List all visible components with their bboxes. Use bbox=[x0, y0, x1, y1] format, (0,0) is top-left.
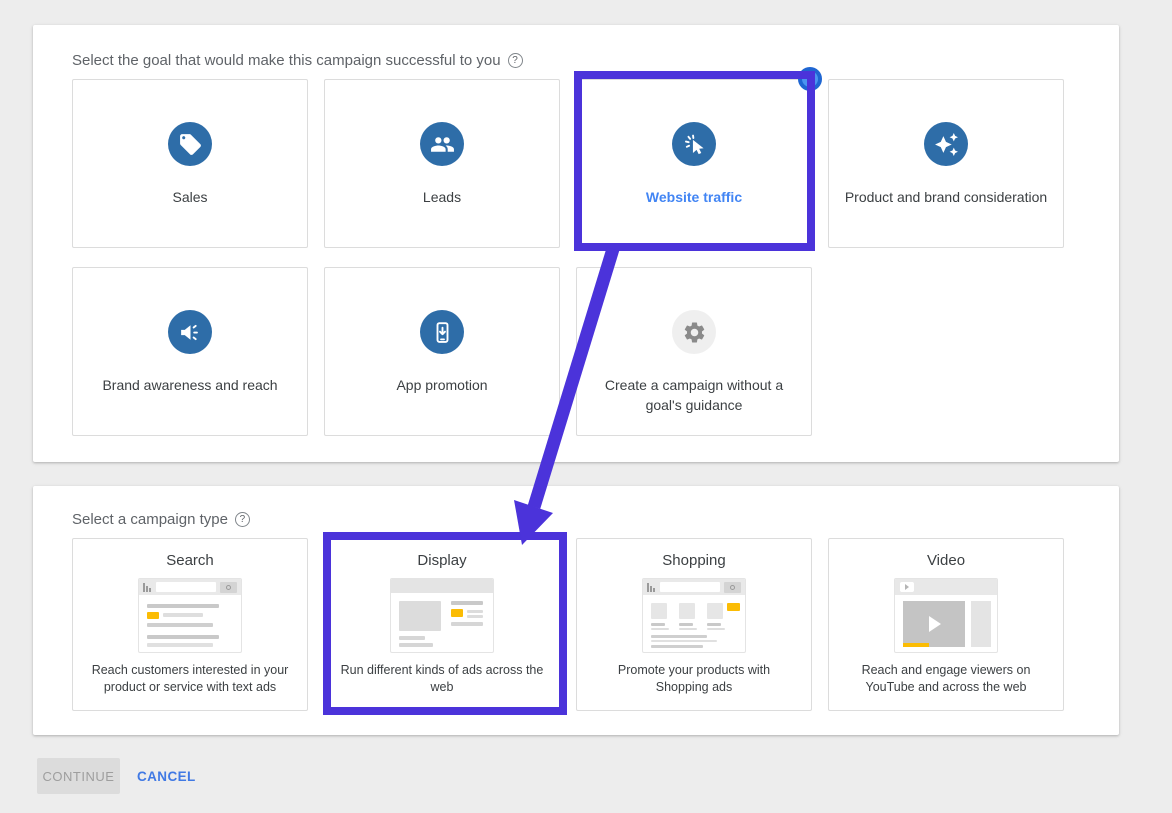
goal-card-leads[interactable]: Leads bbox=[324, 79, 560, 248]
campaign-type-heading: Select a campaign type ? bbox=[72, 511, 250, 528]
click-cursor-icon bbox=[672, 122, 716, 166]
type-card-video[interactable]: Video Reach and engage viewers on YouTub… bbox=[828, 538, 1064, 711]
goal-heading-text: Select the goal that would make this cam… bbox=[72, 52, 501, 69]
sparkles-icon bbox=[924, 122, 968, 166]
megaphone-icon bbox=[168, 310, 212, 354]
mini-search-input bbox=[660, 582, 720, 592]
mini-search-input bbox=[156, 582, 216, 592]
mini-search-button bbox=[724, 582, 741, 593]
goal-card-label: Website traffic bbox=[646, 188, 742, 208]
goal-card-product-brand-consideration[interactable]: Product and brand consideration bbox=[828, 79, 1064, 248]
mini-logo-icon bbox=[143, 583, 152, 592]
goal-card-brand-awareness[interactable]: Brand awareness and reach bbox=[72, 267, 308, 436]
gear-icon bbox=[672, 310, 716, 354]
mini-search-button bbox=[220, 582, 237, 593]
goal-card-sales[interactable]: Sales bbox=[72, 79, 308, 248]
goal-card-label: Sales bbox=[172, 188, 207, 208]
type-card-title: Search bbox=[166, 552, 214, 569]
goal-card-label: Brand awareness and reach bbox=[102, 376, 277, 396]
type-card-search[interactable]: Search Reach customers interested in you… bbox=[72, 538, 308, 711]
continue-button[interactable]: CONTINUE bbox=[37, 758, 120, 794]
search-results-thumbnail bbox=[138, 578, 242, 653]
type-card-description: Reach customers interested in your produ… bbox=[83, 662, 297, 696]
type-card-title: Shopping bbox=[662, 552, 725, 569]
type-card-title: Video bbox=[927, 552, 965, 569]
mini-play-badge-icon bbox=[900, 582, 914, 592]
campaign-type-heading-text: Select a campaign type bbox=[72, 511, 228, 528]
type-card-title: Display bbox=[417, 552, 466, 569]
goal-card-label: App promotion bbox=[396, 376, 487, 396]
mini-video-area bbox=[903, 601, 965, 647]
cancel-button[interactable]: CANCEL bbox=[137, 758, 196, 794]
type-card-description: Promote your products with Shopping ads bbox=[606, 662, 782, 696]
goal-card-website-traffic[interactable]: Website traffic bbox=[576, 79, 812, 248]
video-player-thumbnail bbox=[894, 578, 998, 653]
tag-icon bbox=[168, 122, 212, 166]
phone-download-icon bbox=[420, 310, 464, 354]
play-icon bbox=[929, 616, 941, 632]
shopping-results-thumbnail bbox=[642, 578, 746, 653]
goal-selection-panel: Select the goal that would make this cam… bbox=[33, 25, 1119, 462]
display-ad-thumbnail bbox=[390, 578, 494, 653]
goal-card-no-goal[interactable]: Create a campaign without a goal's guida… bbox=[576, 267, 812, 436]
goal-card-label: Product and brand consideration bbox=[845, 188, 1047, 208]
help-icon[interactable]: ? bbox=[508, 53, 523, 68]
people-icon bbox=[420, 122, 464, 166]
goal-section-heading: Select the goal that would make this cam… bbox=[72, 52, 523, 69]
goal-card-app-promotion[interactable]: App promotion bbox=[324, 267, 560, 436]
campaign-type-panel: Select a campaign type ? Search Reach cu… bbox=[33, 486, 1119, 735]
mini-logo-icon bbox=[647, 583, 656, 592]
type-card-description: Reach and engage viewers on YouTube and … bbox=[846, 662, 1046, 696]
type-card-shopping[interactable]: Shopping Promote your products with Shop… bbox=[576, 538, 812, 711]
goal-card-label: Create a campaign without a goal's guida… bbox=[600, 376, 788, 415]
goal-card-label: Leads bbox=[423, 188, 461, 208]
type-card-display[interactable]: Display Run different kinds of ads acros… bbox=[324, 538, 560, 711]
type-card-description: Run different kinds of ads across the we… bbox=[329, 662, 555, 696]
help-icon[interactable]: ? bbox=[235, 512, 250, 527]
